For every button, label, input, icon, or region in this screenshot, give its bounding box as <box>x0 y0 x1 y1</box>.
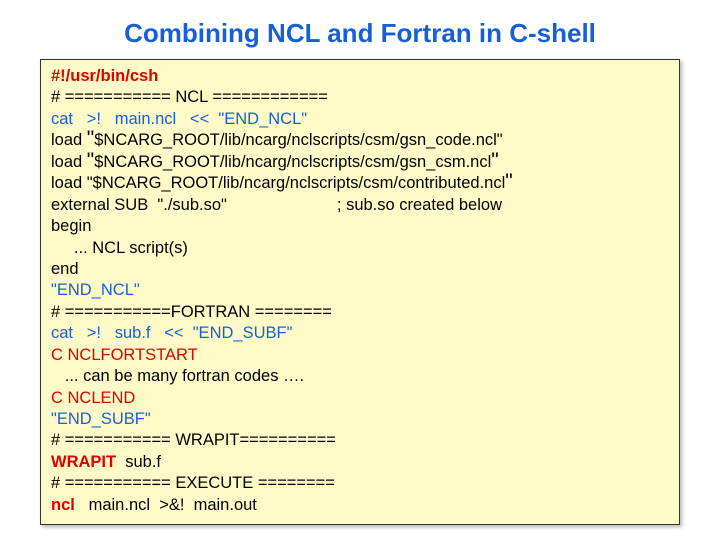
ncl-scripts-line: ... NCL script(s) <box>51 238 669 259</box>
load-path: $NCARG_ROOT/lib/ncarg/nclscripts/csm/gsn… <box>94 153 491 171</box>
load-gsn-code-line: load "$NCARG_ROOT/lib/ncarg/nclscripts/c… <box>51 130 669 151</box>
curly-quote: " <box>491 149 498 172</box>
external-sub-line: external SUB "./sub.so" ; sub.so created… <box>51 195 669 216</box>
code-box: #!/usr/bin/csh # =========== NCL =======… <box>40 59 680 525</box>
load-gsn-csm-line: load "$NCARG_ROOT/lib/ncarg/nclscripts/c… <box>51 152 669 173</box>
ncl-command: ncl <box>51 496 75 514</box>
ncl-execute-line: ncl main.ncl >&! main.out <box>51 495 669 516</box>
load-path: load "$NCARG_ROOT/lib/ncarg/nclscripts/c… <box>51 174 505 192</box>
nclend-line: C NCLEND <box>51 388 669 409</box>
shebang-line: #!/usr/bin/csh <box>51 66 669 87</box>
curly-quote: " <box>505 170 512 193</box>
end-ncl-heredoc: "END_NCL" <box>51 280 669 301</box>
load-keyword: load <box>51 131 87 149</box>
wrapit-arg: sub.f <box>116 453 161 471</box>
wrapit-section-comment: # =========== WRAPIT========== <box>51 430 669 451</box>
nclfortstart-line: C NCLFORTSTART <box>51 345 669 366</box>
load-contributed-line: load "$NCARG_ROOT/lib/ncarg/nclscripts/c… <box>51 173 669 194</box>
ncl-section-comment: # =========== NCL ============ <box>51 87 669 108</box>
ncl-args: main.ncl >&! main.out <box>75 496 257 514</box>
cat-ncl-line: cat >! main.ncl << "END_NCL" <box>51 109 669 130</box>
execute-section-comment: # =========== EXECUTE ======== <box>51 473 669 494</box>
end-subf-heredoc: "END_SUBF" <box>51 409 669 430</box>
end-line: end <box>51 259 669 280</box>
load-path: $NCARG_ROOT/lib/ncarg/nclscripts/csm/gsn… <box>94 131 502 149</box>
wrapit-command: WRAPIT <box>51 453 116 471</box>
wrapit-line: WRAPIT sub.f <box>51 452 669 473</box>
fortran-section-comment: # ===========FORTRAN ======== <box>51 302 669 323</box>
begin-line: begin <box>51 216 669 237</box>
load-keyword: load <box>51 153 87 171</box>
slide-title: Combining NCL and Fortran in C-shell <box>40 18 680 49</box>
fortran-codes-line: ... can be many fortran codes …. <box>51 366 669 387</box>
cat-subf-line: cat >! sub.f << "END_SUBF" <box>51 323 669 344</box>
